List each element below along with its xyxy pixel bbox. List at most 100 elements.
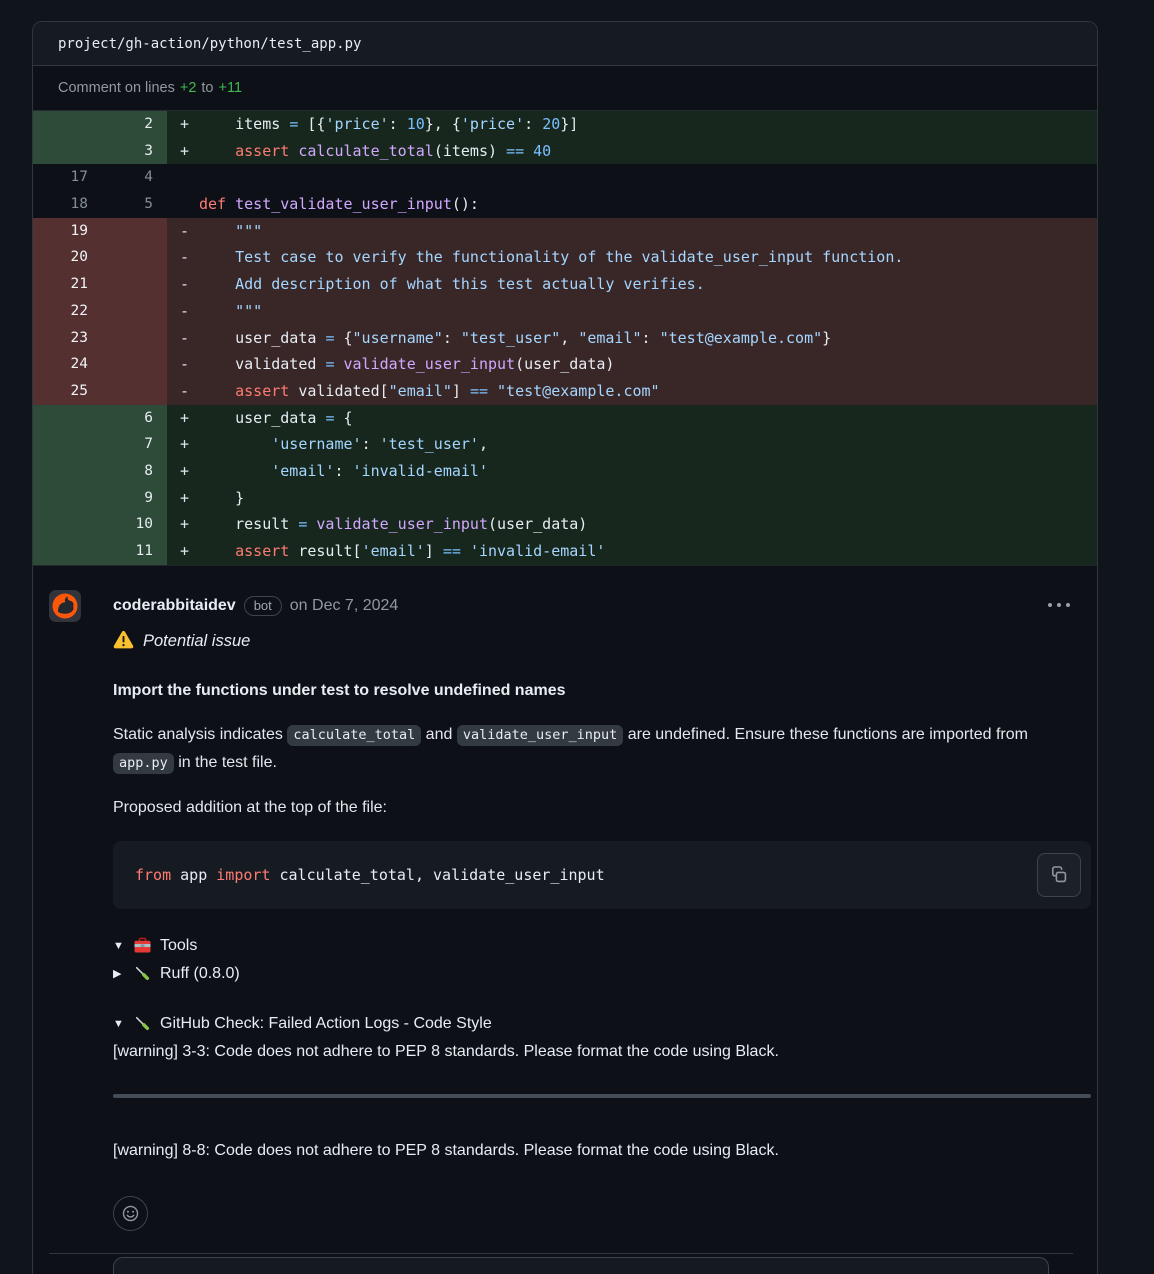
new-line-number[interactable]: 3 [101, 138, 167, 165]
code-token: assert [235, 142, 298, 160]
old-line-number[interactable] [33, 538, 101, 565]
diff-code-line: """ [199, 218, 262, 245]
code-token: Test case to verify the functionality of… [235, 248, 903, 266]
code-token: } [199, 489, 244, 507]
new-line-number[interactable]: 5 [101, 191, 167, 218]
code-token: == [443, 542, 470, 560]
section-label: GitHub Check: Failed Action Logs - Code … [160, 1015, 492, 1033]
code-token [199, 382, 235, 400]
reply-input[interactable] [113, 1257, 1049, 1274]
code-token: 'price' [461, 115, 524, 133]
old-line-number[interactable]: 23 [33, 325, 101, 352]
old-line-number[interactable]: 17 [33, 164, 101, 191]
toolbox-icon [133, 936, 160, 955]
new-line-number[interactable]: 7 [101, 431, 167, 458]
avatar[interactable] [49, 590, 81, 622]
details-tools[interactable]: ▼ Tools [113, 935, 1073, 957]
old-line-number[interactable]: 24 [33, 351, 101, 378]
diff-marker: - [180, 325, 199, 352]
diff-code-cell: + user_data = { [167, 405, 1097, 432]
code-token: """ [235, 222, 262, 240]
details-github-check[interactable]: ▼ GitHub Check: Failed Action Logs - Cod… [113, 1013, 1073, 1035]
author-name[interactable]: coderabbitaidev [113, 597, 236, 615]
old-line-number[interactable]: 21 [33, 271, 101, 298]
code-token: 'username' [271, 435, 361, 453]
code-token: (items) [434, 142, 506, 160]
old-line-number[interactable] [33, 458, 101, 485]
new-line-number[interactable] [101, 298, 167, 325]
code-token: "test@example.com" [660, 329, 823, 347]
new-line-number[interactable]: 4 [101, 164, 167, 191]
diff-code-line: assert result['email'] == 'invalid-email… [199, 538, 605, 565]
comment-header: coderabbitaidev bot on Dec 7, 2024 [113, 590, 1073, 622]
diff-marker: - [180, 271, 199, 298]
code-token: , [479, 435, 488, 453]
warning-message-1: [warning] 3-3: Code does not adhere to P… [113, 1041, 1073, 1063]
new-line-number[interactable] [101, 351, 167, 378]
diff-code-line: Add description of what this test actual… [199, 271, 705, 298]
new-line-number[interactable] [101, 378, 167, 405]
old-line-number[interactable] [33, 485, 101, 512]
old-line-number[interactable]: 25 [33, 378, 101, 405]
details-ruff[interactable]: ▶ Ruff (0.8.0) [113, 963, 1073, 985]
diff-code-line: assert calculate_total(items) == 40 [199, 138, 551, 165]
diff-marker [180, 164, 199, 191]
old-line-number[interactable]: 18 [33, 191, 101, 218]
new-line-number[interactable] [101, 218, 167, 245]
old-line-number[interactable] [33, 138, 101, 165]
old-line-number[interactable] [33, 405, 101, 432]
code-token: def [199, 195, 235, 213]
diff-marker: - [180, 351, 199, 378]
comment-heading: Import the functions under test to resol… [113, 682, 1073, 700]
file-path[interactable]: project/gh-action/python/test_app.py [58, 36, 361, 52]
old-line-number[interactable] [33, 431, 101, 458]
diff-code-cell: + } [167, 485, 1097, 512]
new-line-number[interactable] [101, 271, 167, 298]
new-line-number[interactable] [101, 325, 167, 352]
line-ref-end[interactable]: +11 [219, 80, 243, 96]
new-line-number[interactable]: 2 [101, 111, 167, 138]
old-line-number[interactable]: 19 [33, 218, 101, 245]
line-ref-start[interactable]: +2 [180, 80, 197, 96]
diff-code-cell: - """ [167, 218, 1097, 245]
code-token: = [325, 409, 343, 427]
code-token: 'invalid-email' [353, 462, 488, 480]
diff-row: 24 - validated = validate_user_input(user… [33, 351, 1097, 378]
code-token: = [325, 329, 343, 347]
new-line-number[interactable]: 6 [101, 405, 167, 432]
diff-marker: + [180, 511, 199, 538]
code-token: user_data [199, 409, 325, 427]
new-line-number[interactable]: 10 [101, 511, 167, 538]
code-token [199, 435, 271, 453]
new-line-number[interactable] [101, 244, 167, 271]
warning-triangle-icon [113, 630, 134, 654]
old-line-number[interactable] [33, 511, 101, 538]
diff-code-line: validated = validate_user_input(user_dat… [199, 351, 614, 378]
kebab-menu-icon[interactable] [1046, 597, 1072, 618]
add-reaction-button[interactable] [113, 1196, 148, 1231]
diff-marker: - [180, 298, 199, 325]
old-line-number[interactable]: 22 [33, 298, 101, 325]
code-token: : [334, 462, 352, 480]
copy-button[interactable] [1037, 853, 1081, 897]
new-line-number[interactable]: 11 [101, 538, 167, 565]
old-line-number[interactable]: 20 [33, 244, 101, 271]
code-token [199, 302, 235, 320]
diff-marker: + [180, 138, 199, 165]
bot-badge: bot [244, 596, 282, 616]
diff-row: 7+ 'username': 'test_user', [33, 431, 1097, 458]
diff-code-cell: + result = validate_user_input(user_data… [167, 511, 1097, 538]
new-line-number[interactable]: 8 [101, 458, 167, 485]
diff-code-cell [167, 164, 1097, 191]
new-line-number[interactable]: 9 [101, 485, 167, 512]
code-token: 10 [407, 115, 425, 133]
proposed-addition-text: Proposed addition at the top of the file… [113, 799, 1073, 817]
code-token: 'price' [325, 115, 388, 133]
code-token: (): [452, 195, 479, 213]
old-line-number[interactable] [33, 111, 101, 138]
code-token [199, 275, 235, 293]
comment-date[interactable]: on Dec 7, 2024 [290, 597, 399, 615]
code-token: calculate_total, validate_user_input [270, 866, 604, 884]
code-token: = [325, 355, 343, 373]
diff-marker: - [180, 244, 199, 271]
